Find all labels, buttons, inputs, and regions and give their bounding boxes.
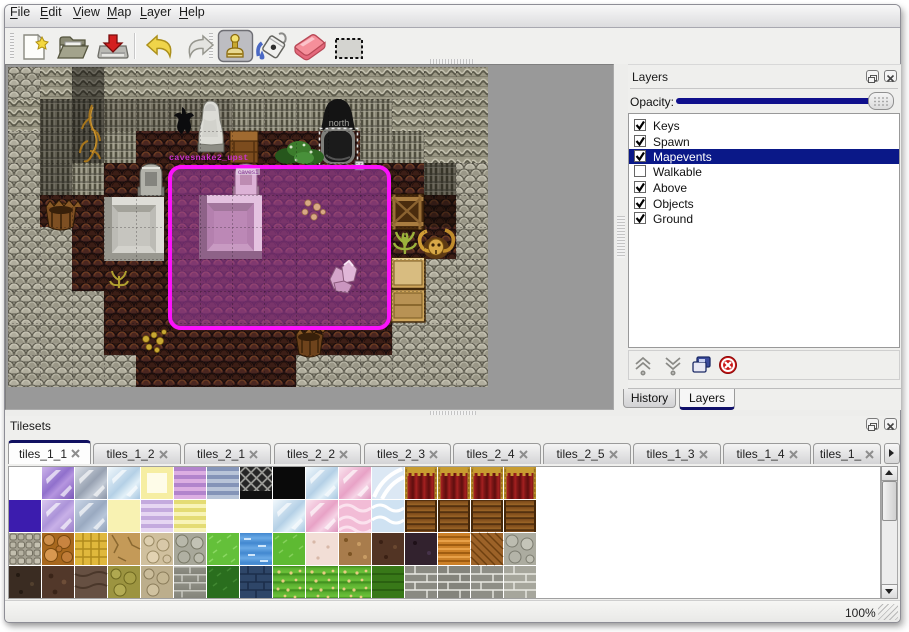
svg-text:cavesnake2_upst: cavesnake2_upst: [169, 153, 249, 163]
svg-text:caves1: caves1: [238, 169, 259, 176]
